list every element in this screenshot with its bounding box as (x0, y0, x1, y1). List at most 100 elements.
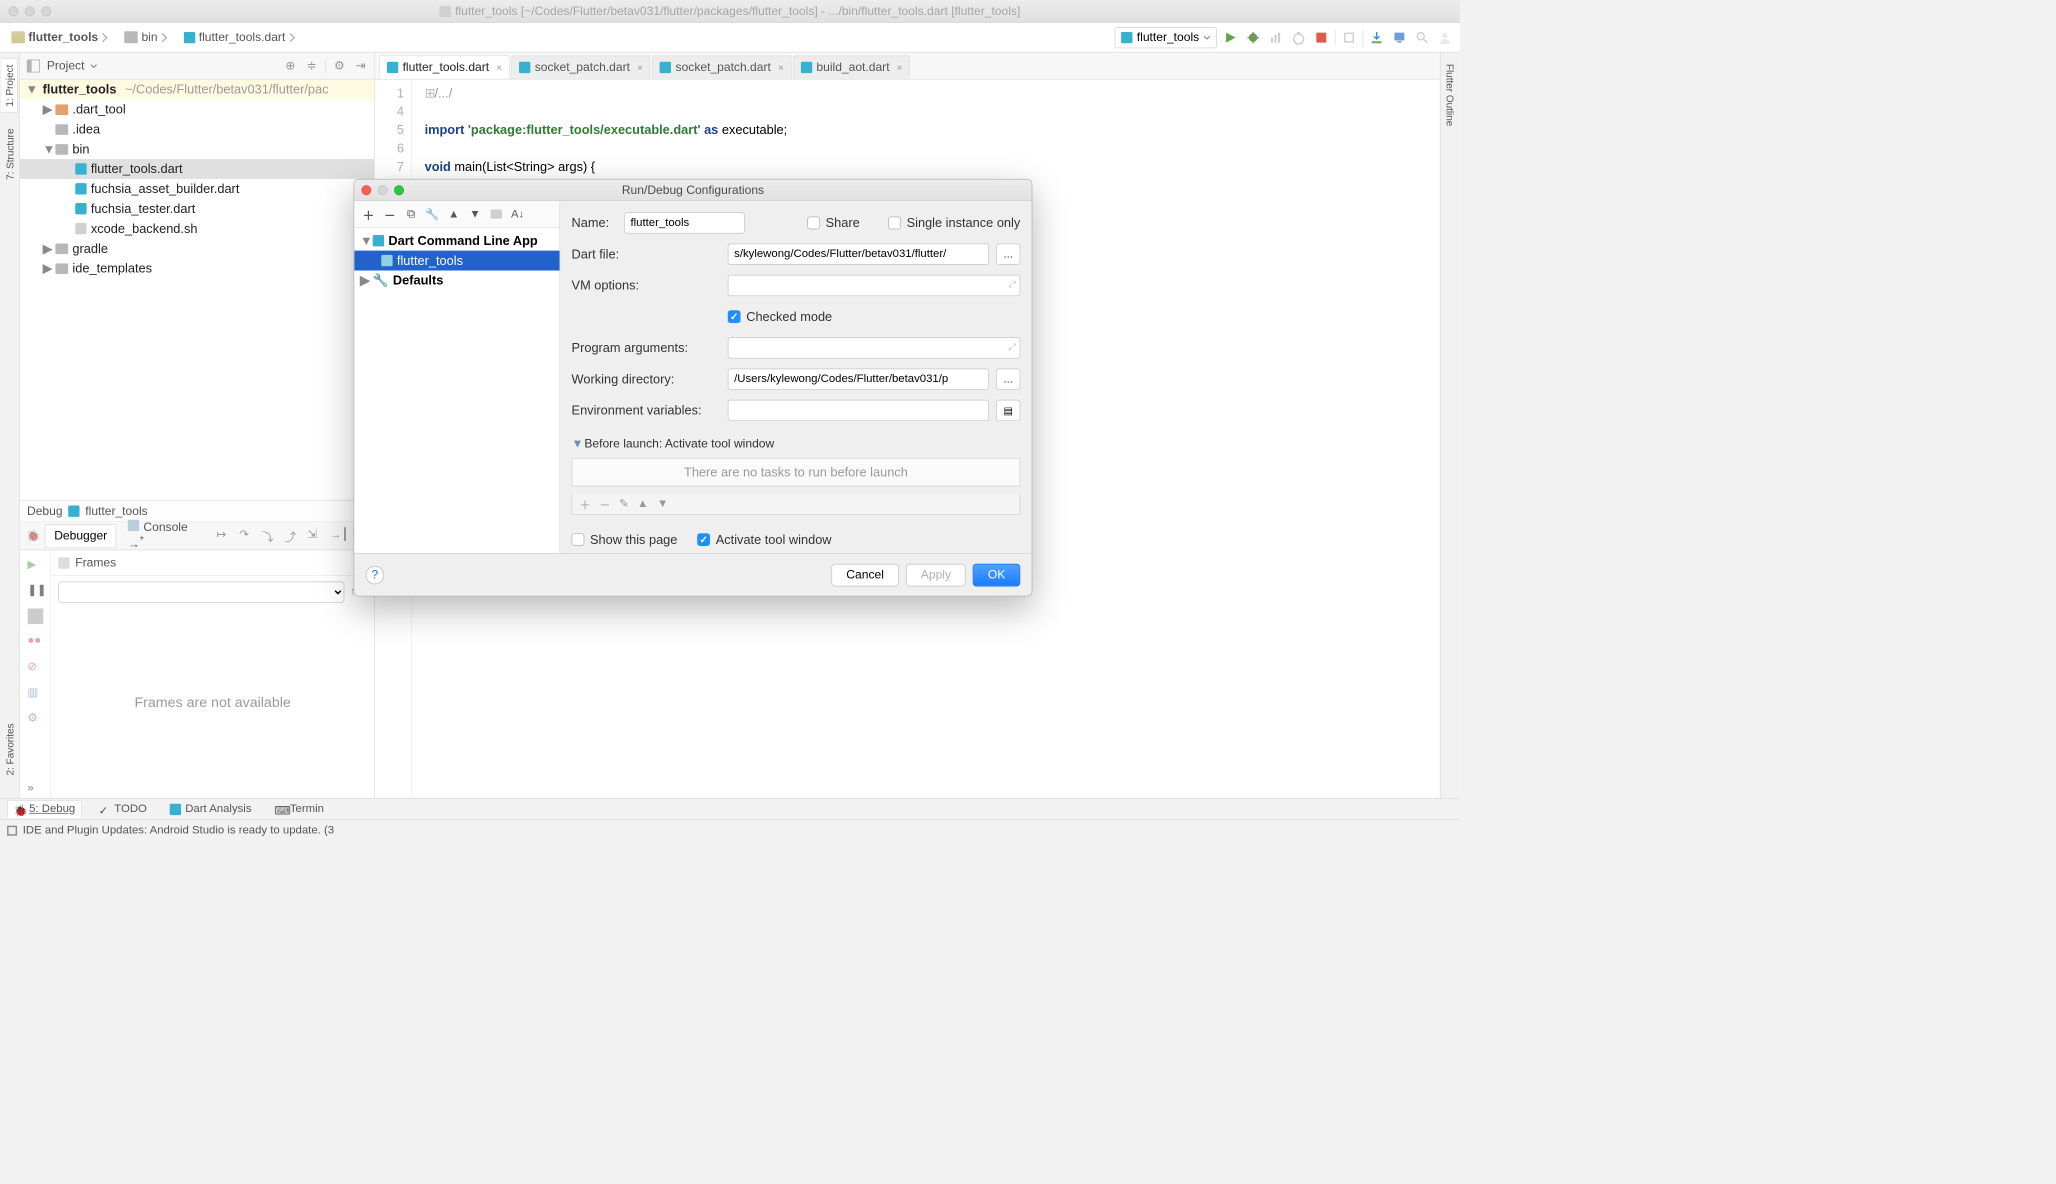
structure-tool-tab[interactable]: 7: Structure (2, 123, 18, 186)
run-config-selector[interactable]: flutter_tools (1115, 27, 1217, 48)
env-vars-input[interactable] (728, 400, 989, 421)
config-group-dart-cli[interactable]: ▼Dart Command Line App (354, 231, 559, 251)
attach-button[interactable] (1340, 28, 1358, 46)
step-into-icon[interactable]: ⤵ (262, 527, 279, 544)
task-up-icon[interactable]: ▲ (637, 497, 648, 510)
collapse-icon[interactable]: ≑ (304, 58, 320, 74)
edit-defaults-icon[interactable]: 🔧 (425, 207, 439, 221)
config-tree[interactable]: ▼Dart Command Line App flutter_tools ▶🔧D… (354, 228, 559, 553)
settings-icon[interactable]: ⚙ (27, 711, 43, 727)
remove-task-icon[interactable]: － (599, 495, 610, 512)
tree-ide-templates[interactable]: ▶ide_templates (20, 258, 374, 278)
step-out-icon[interactable]: ⤴ (285, 527, 302, 544)
folder-config-icon[interactable] (489, 207, 503, 221)
before-launch-header[interactable]: ▼Before launch: Activate tool window (572, 437, 1021, 451)
working-dir-input[interactable] (728, 368, 989, 389)
move-up-icon[interactable]: ▲ (447, 207, 461, 221)
apply-button[interactable]: Apply (906, 563, 966, 586)
add-task-icon[interactable]: ＋ (579, 495, 590, 512)
browse-dart-file-button[interactable]: … (996, 244, 1020, 265)
step-icon[interactable]: ↦ (217, 527, 234, 544)
program-args-input[interactable] (728, 337, 1021, 358)
search-button[interactable] (1413, 28, 1431, 46)
terminal-tool-tab[interactable]: ⌨Termin (269, 801, 330, 818)
debug-button[interactable] (1244, 28, 1262, 46)
debug-bug-icon[interactable]: 🐞 (24, 529, 42, 543)
breadcrumb-root[interactable]: flutter_tools (6, 28, 115, 46)
run-button[interactable] (1221, 28, 1239, 46)
share-checkbox[interactable]: Share (807, 215, 860, 230)
step-over-icon[interactable]: ↷ (239, 527, 256, 544)
gear-icon[interactable]: ⚙ (332, 58, 348, 74)
debug-tool-tab[interactable]: 🐞5: Debug (7, 800, 82, 818)
editor-tab-socket-patch-1[interactable]: socket_patch.dart× (511, 55, 650, 78)
project-tree[interactable]: ▼ flutter_tools~/Codes/Flutter/betav031/… (20, 80, 374, 500)
checked-mode-checkbox[interactable]: Checked mode (728, 309, 832, 324)
config-item-flutter-tools[interactable]: flutter_tools (354, 251, 559, 271)
download-button[interactable] (1367, 28, 1385, 46)
editor-tab-build-aot[interactable]: build_aot.dart× (793, 55, 910, 78)
status-icon[interactable] (7, 825, 17, 835)
tree-bin[interactable]: ▼bin (20, 139, 374, 159)
dart-file-input[interactable] (728, 244, 989, 265)
step-force-icon[interactable]: ⇲ (307, 527, 324, 544)
project-tool-tab[interactable]: 1: Project (1, 58, 17, 113)
hide-icon[interactable]: ⇥ (353, 58, 369, 74)
edit-env-vars-button[interactable]: ▤ (996, 400, 1020, 421)
resume-icon[interactable]: ▶ (27, 557, 43, 573)
editor-tab-flutter-tools[interactable]: flutter_tools.dart× (379, 55, 510, 78)
coverage-button[interactable] (1267, 28, 1285, 46)
close-tab-icon[interactable]: × (897, 62, 903, 73)
user-button[interactable] (1436, 28, 1454, 46)
stop-button[interactable] (1312, 28, 1330, 46)
panel-view-icon[interactable] (26, 58, 42, 74)
single-instance-checkbox[interactable]: Single instance only (888, 215, 1020, 230)
help-button[interactable]: ? (366, 566, 384, 584)
tree-file-xcode-backend[interactable]: xcode_backend.sh (20, 219, 374, 239)
run-to-icon[interactable]: →┃ (330, 527, 347, 544)
tree-gradle[interactable]: ▶gradle (20, 239, 374, 259)
tree-file-fuchsia-asset[interactable]: fuchsia_asset_builder.dart (20, 179, 374, 199)
activate-tool-window-checkbox[interactable]: Activate tool window (697, 532, 831, 547)
name-input[interactable] (624, 212, 745, 233)
vm-options-input[interactable] (728, 275, 1021, 296)
tree-file-fuchsia-tester[interactable]: fuchsia_tester.dart (20, 199, 374, 219)
cancel-button[interactable]: Cancel (831, 563, 898, 586)
debugger-tab[interactable]: Debugger (45, 524, 116, 548)
more-icon[interactable]: » (27, 782, 43, 798)
layout-icon[interactable]: ▥ (27, 685, 43, 701)
copy-config-icon[interactable]: ⧉ (404, 207, 418, 221)
todo-tool-tab[interactable]: ✓TODO (93, 801, 153, 818)
pause-icon[interactable]: ❚❚ (27, 583, 43, 599)
close-tab-icon[interactable]: × (496, 62, 502, 73)
mute-icon[interactable]: ⊘ (27, 660, 43, 676)
move-down-icon[interactable]: ▼ (468, 207, 482, 221)
thread-selector[interactable] (58, 581, 344, 602)
close-tab-icon[interactable]: × (778, 62, 784, 73)
tree-idea[interactable]: .idea (20, 119, 374, 139)
editor-tab-socket-patch-2[interactable]: socket_patch.dart× (652, 55, 791, 78)
avd-button[interactable] (1390, 28, 1408, 46)
profile-button[interactable] (1289, 28, 1307, 46)
favorites-tool-tab[interactable]: 2: Favorites (2, 718, 18, 781)
show-this-page-checkbox[interactable]: Show this page (572, 532, 678, 547)
dart-analysis-tab[interactable]: Dart Analysis (164, 801, 257, 818)
sort-config-icon[interactable]: A↓ (510, 207, 524, 221)
remove-config-icon[interactable]: － (383, 207, 397, 221)
breakpoints-icon[interactable]: ●● (27, 634, 43, 650)
task-down-icon[interactable]: ▼ (657, 497, 668, 510)
add-config-icon[interactable]: ＋ (361, 207, 375, 221)
tree-root[interactable]: ▼ flutter_tools~/Codes/Flutter/betav031/… (20, 80, 374, 100)
flutter-outline-tab[interactable]: Flutter Outline (1442, 58, 1458, 132)
ok-button[interactable]: OK (973, 563, 1020, 586)
tree-dart-tool[interactable]: ▶.dart_tool (20, 99, 374, 119)
edit-task-icon[interactable]: ✎ (619, 497, 629, 511)
tree-file-flutter-tools[interactable]: flutter_tools.dart (20, 159, 374, 179)
scroll-to-icon[interactable]: ⊕ (283, 58, 299, 74)
breadcrumb-bin[interactable]: bin (119, 28, 174, 46)
close-tab-icon[interactable]: × (637, 62, 643, 73)
stop-icon[interactable] (27, 608, 43, 624)
config-defaults[interactable]: ▶🔧Defaults (354, 271, 559, 291)
browse-working-dir-button[interactable]: … (996, 368, 1020, 389)
breadcrumb-file[interactable]: flutter_tools.dart (178, 28, 301, 46)
